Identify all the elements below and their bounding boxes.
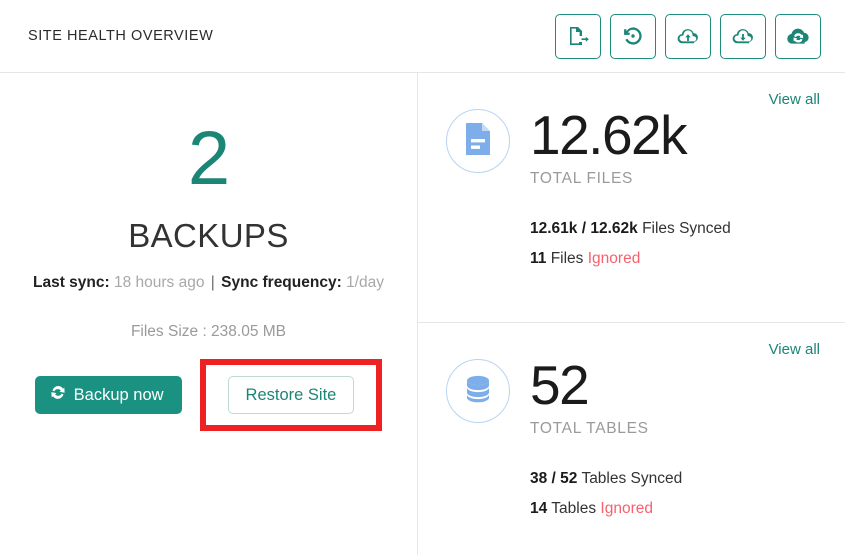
cloud-upload-icon xyxy=(675,24,701,48)
tables-ignored-unit: Tables xyxy=(551,499,597,517)
files-synced-count: 12.61k / 12.62k xyxy=(530,220,638,238)
cloud-download-button[interactable] xyxy=(720,13,766,59)
main-content: 2 BACKUPS Last sync: 18 hours ago | Sync… xyxy=(0,73,845,555)
export-site-icon xyxy=(566,24,590,48)
total-tables-number: 52 xyxy=(530,354,590,416)
stats-panel: View all 12.62k TOTAL FILES 12.61k / 12.… xyxy=(418,73,845,555)
page-title: SITE HEALTH OVERVIEW xyxy=(28,28,214,44)
backup-now-button[interactable]: Backup now xyxy=(34,376,182,414)
total-files-card: View all 12.62k TOTAL FILES 12.61k / 12.… xyxy=(418,73,845,322)
backup-now-label: Backup now xyxy=(73,385,164,404)
refresh-icon xyxy=(50,384,66,406)
database-icon xyxy=(462,373,494,410)
header-toolbar xyxy=(555,13,821,59)
export-site-button[interactable] xyxy=(555,13,601,59)
backup-count: 2 xyxy=(187,116,230,201)
files-synced-row: 12.61k / 12.62k Files Synced xyxy=(530,214,819,243)
tables-synced-row: 38 / 52 Tables Synced xyxy=(530,464,819,493)
sync-info-line: Last sync: 18 hours ago | Sync frequency… xyxy=(33,274,384,292)
total-files-caption: TOTAL FILES xyxy=(530,170,634,188)
total-tables-card: View all 52 TOTAL TABLES 38 / 52 Tables … xyxy=(418,322,845,555)
site-health-overview-app: SITE HEALTH OVERVIEW 2 BACKUPS Last sync… xyxy=(0,0,845,555)
document-icon-circle xyxy=(446,109,510,173)
restore-history-button[interactable] xyxy=(610,13,656,59)
restore-site-button[interactable]: Restore Site xyxy=(227,376,355,414)
cloud-download-icon xyxy=(730,24,756,48)
header-bar: SITE HEALTH OVERVIEW xyxy=(0,0,845,73)
backup-label: BACKUPS xyxy=(128,217,289,254)
tables-synced-text: Tables Synced xyxy=(581,470,683,488)
files-ignored-text: Ignored xyxy=(587,249,641,267)
files-ignored-row: 11 Files Ignored xyxy=(530,244,819,273)
view-all-files-link[interactable]: View all xyxy=(769,91,820,108)
backups-panel: 2 BACKUPS Last sync: 18 hours ago | Sync… xyxy=(0,73,418,555)
files-ignored-count: 11 xyxy=(530,249,547,267)
total-files-main: 12.62k TOTAL FILES xyxy=(530,104,688,188)
files-synced-text: Files Synced xyxy=(642,220,731,238)
total-tables-caption: TOTAL TABLES xyxy=(530,420,649,438)
files-size-text: Files Size : 238.05 MB xyxy=(130,323,287,340)
last-sync-label: Last sync: xyxy=(33,274,110,291)
cloud-upload-button[interactable] xyxy=(665,13,711,59)
total-files-detail: 12.61k / 12.62k Files Synced 11 Files Ig… xyxy=(446,214,819,273)
total-tables-detail: 38 / 52 Tables Synced 14 Tables Ignored xyxy=(446,464,819,523)
restore-history-icon xyxy=(621,24,645,48)
sync-info-separator: | xyxy=(210,274,215,291)
total-files-header: 12.62k TOTAL FILES xyxy=(446,95,819,188)
cloud-sync-button[interactable] xyxy=(775,13,821,59)
sync-frequency-value: 1/day xyxy=(346,274,384,291)
restore-site-highlight: Restore Site xyxy=(199,359,383,431)
document-icon xyxy=(463,122,493,161)
files-ignored-unit: Files xyxy=(550,249,584,267)
total-tables-header: 52 TOTAL TABLES xyxy=(446,345,819,438)
total-tables-main: 52 TOTAL TABLES xyxy=(530,357,649,438)
last-sync-value: 18 hours ago xyxy=(113,274,205,291)
backup-actions: Backup now Restore Site xyxy=(34,359,383,431)
tables-ignored-row: 14 Tables Ignored xyxy=(530,494,819,523)
total-files-number: 12.62k xyxy=(530,104,688,166)
sync-frequency-label: Sync frequency: xyxy=(221,274,342,291)
cloud-sync-icon xyxy=(785,24,812,49)
tables-ignored-count: 14 xyxy=(530,499,548,517)
tables-ignored-text: Ignored xyxy=(600,499,653,517)
tables-synced-count: 38 / 52 xyxy=(530,470,578,488)
database-icon-circle xyxy=(446,359,510,423)
view-all-tables-link[interactable]: View all xyxy=(769,341,820,358)
